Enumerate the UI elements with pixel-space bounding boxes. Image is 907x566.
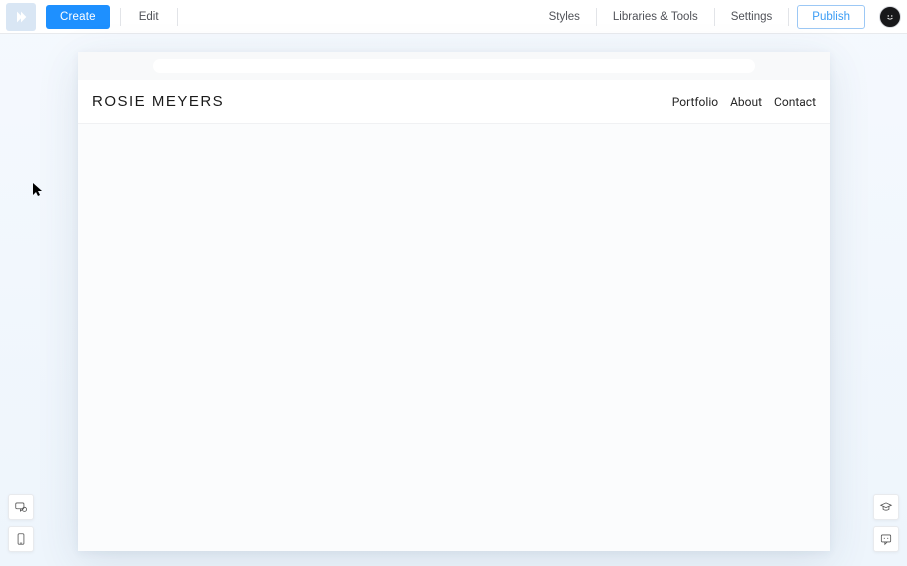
site-nav: Portfolio About Contact (672, 95, 816, 109)
comment-icon (14, 500, 28, 514)
site-title[interactable]: ROSIE MEYERS (92, 93, 224, 110)
publish-button[interactable]: Publish (797, 5, 865, 29)
app-logo[interactable] (6, 3, 36, 31)
divider (177, 8, 178, 26)
libraries-tools-button[interactable]: Libraries & Tools (605, 5, 706, 29)
nav-link-portfolio[interactable]: Portfolio (672, 95, 718, 109)
mobile-preview-button[interactable] (8, 526, 34, 552)
address-bar-placeholder (153, 59, 755, 73)
nav-link-contact[interactable]: Contact (774, 95, 816, 109)
create-button[interactable]: Create (46, 5, 110, 29)
canvas-area: ROSIE MEYERS Portfolio About Contact (0, 34, 907, 566)
account-avatar[interactable] (879, 6, 901, 28)
top-bar-right-group: Styles Libraries & Tools Settings Publis… (541, 0, 901, 33)
page-preview[interactable]: ROSIE MEYERS Portfolio About Contact (78, 52, 830, 551)
graduation-cap-icon (879, 500, 893, 514)
browser-chrome-strip (78, 52, 830, 80)
mobile-icon (14, 532, 28, 546)
nav-link-about[interactable]: About (730, 95, 762, 109)
site-body-empty[interactable] (78, 124, 830, 551)
mouse-cursor-icon (33, 183, 43, 197)
divider (788, 8, 789, 26)
styles-button[interactable]: Styles (541, 5, 588, 29)
site-header: ROSIE MEYERS Portfolio About Contact (78, 80, 830, 124)
feedback-tool-button[interactable] (873, 526, 899, 552)
divider (120, 8, 121, 26)
editor-top-bar: Create Edit Styles Libraries & Tools Set… (0, 0, 907, 34)
learn-tool-button[interactable] (873, 494, 899, 520)
chat-feedback-icon (879, 532, 893, 546)
edit-button[interactable]: Edit (131, 5, 167, 29)
smiley-icon (884, 11, 896, 23)
top-bar-left-group: Create Edit (6, 0, 178, 33)
settings-button[interactable]: Settings (723, 5, 781, 29)
comments-tool-button[interactable] (8, 494, 34, 520)
divider (596, 8, 597, 26)
divider (714, 8, 715, 26)
logo-icon (13, 9, 29, 25)
